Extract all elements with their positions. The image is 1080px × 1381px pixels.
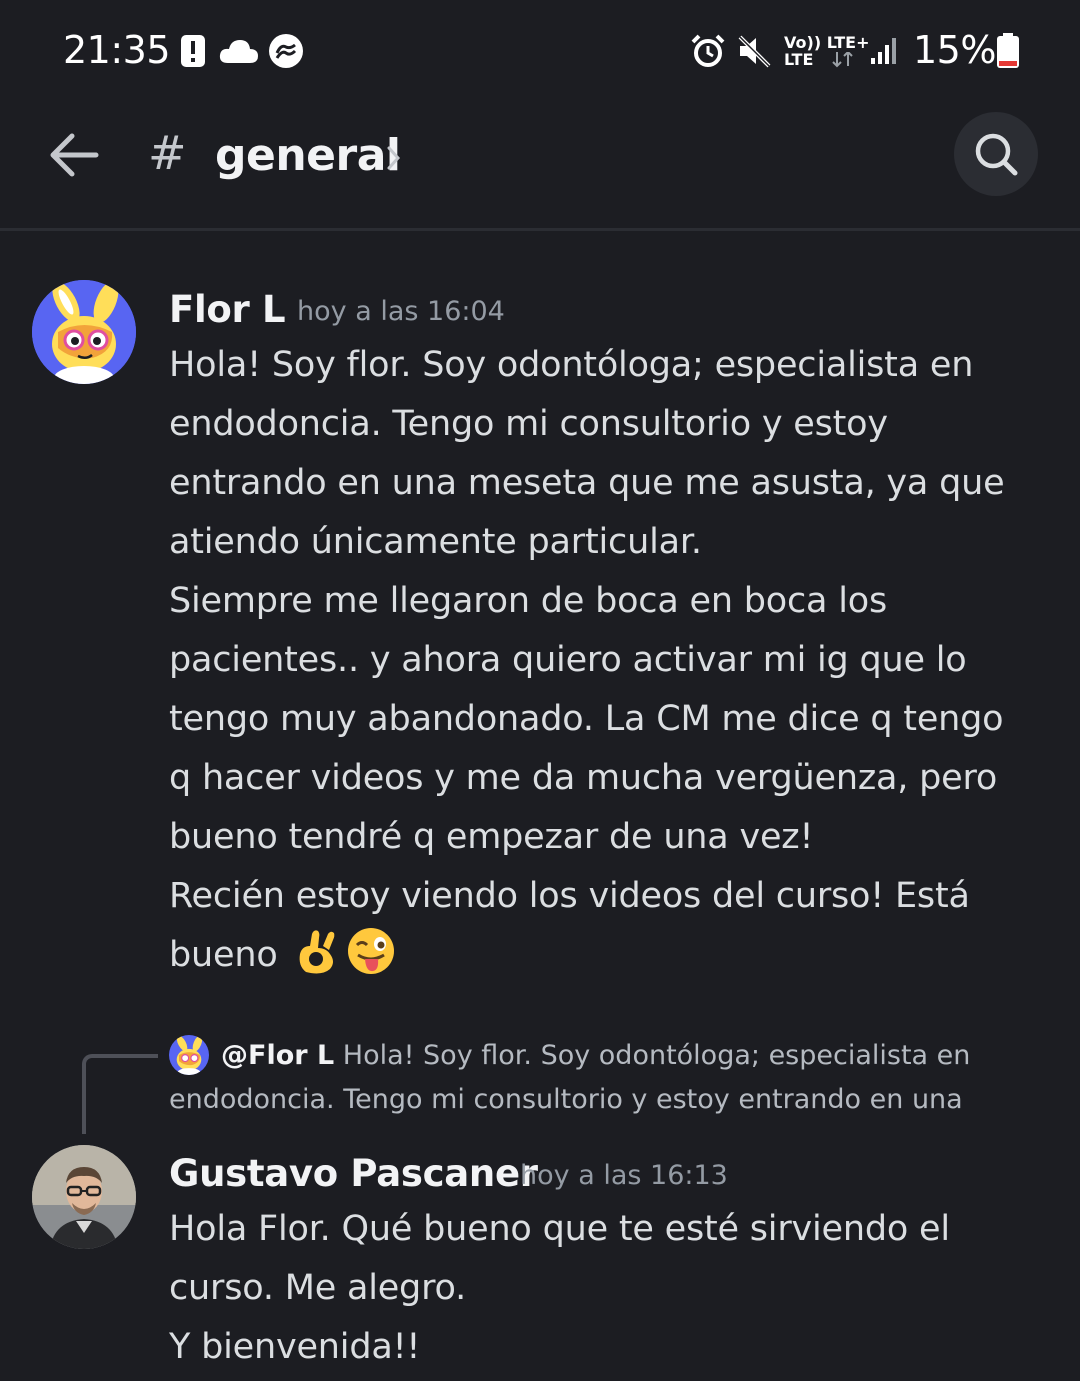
reply-line-1: Hola! Soy flor. Soy odontóloga; especial…	[342, 1040, 971, 1071]
reply-author[interactable]: @Flor L	[221, 1040, 334, 1071]
winking-tongue-emoji	[348, 928, 395, 974]
message-timestamp: hoy a las 16:04	[297, 296, 505, 327]
message-timestamp: hoy a las 16:13	[520, 1160, 728, 1191]
message-last-line: bueno	[169, 935, 278, 975]
message-item[interactable]: Flor L hoy a las 16:04 Hola! Soy flor. S…	[0, 0, 1080, 1000]
person-avatar-icon	[32, 1145, 136, 1249]
reply-connector	[82, 1054, 158, 1134]
avatar[interactable]	[32, 1145, 136, 1249]
message-content: Hola Flor. Qué bueno que te esté sirvien…	[169, 1209, 950, 1367]
reply-preview[interactable]: @Flor L Hola! Soy flor. Soy odontóloga; …	[169, 1034, 1049, 1122]
message-author[interactable]: Flor L	[169, 288, 286, 331]
avatar[interactable]	[32, 280, 136, 384]
ok-hand-emoji	[300, 930, 335, 974]
message-author[interactable]: Gustavo Pascaner	[169, 1152, 538, 1195]
bunny-avatar-icon	[32, 280, 136, 384]
reply-line-2: endodoncia. Tengo mi consultorio y estoy…	[169, 1084, 963, 1115]
message-content: Hola! Soy flor. Soy odontóloga; especial…	[169, 345, 1005, 975]
